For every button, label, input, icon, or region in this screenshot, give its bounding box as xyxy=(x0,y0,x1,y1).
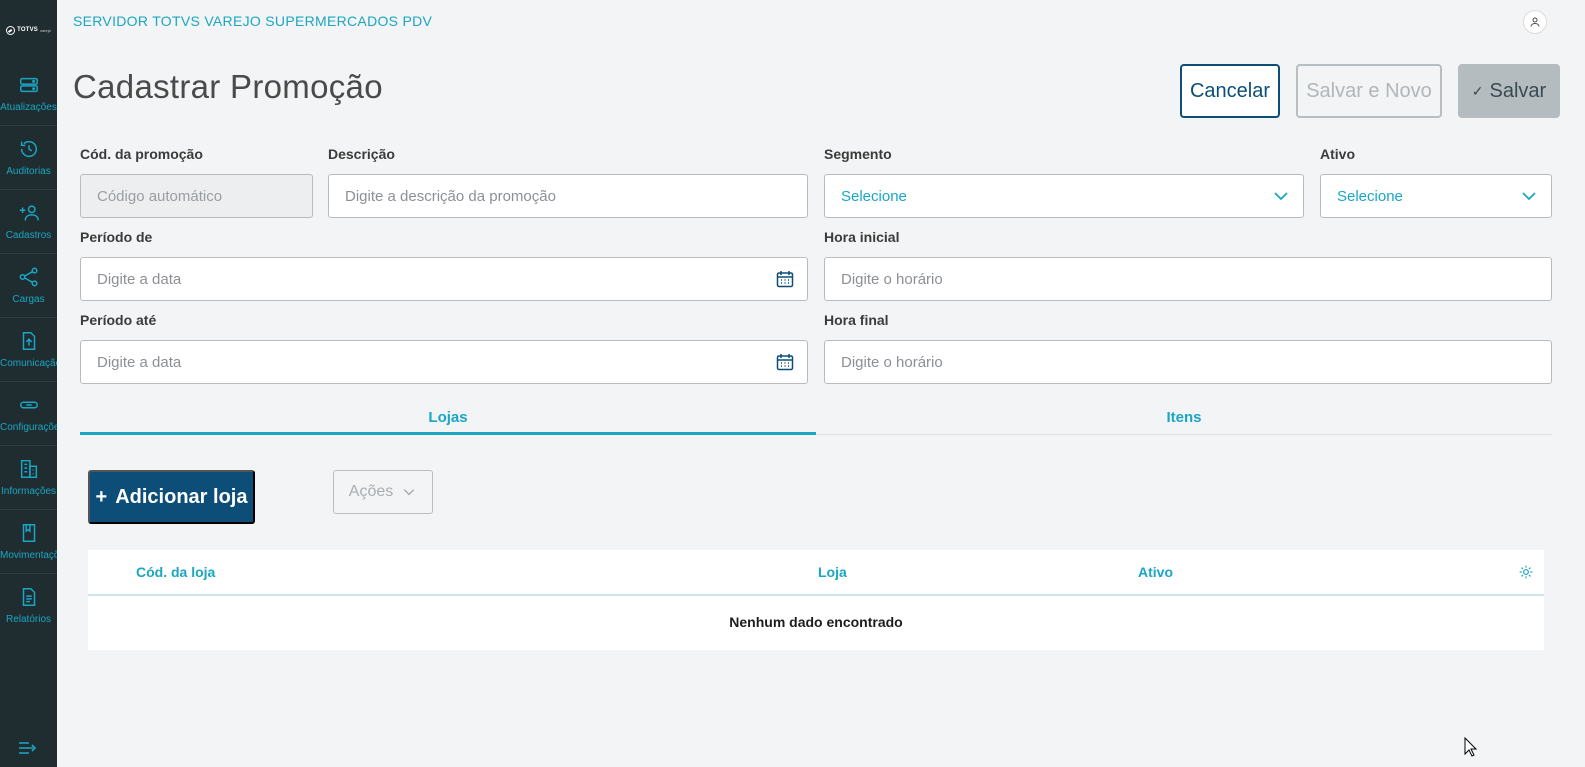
upload-file-icon xyxy=(22,332,35,350)
tab-lojas[interactable]: Lojas xyxy=(80,398,816,436)
codigo-field: Código automático xyxy=(80,174,313,218)
totvs-logo[interactable]: TOTVS varejo xyxy=(0,18,57,42)
sidebar-item-informacoes[interactable]: Informações xyxy=(0,446,57,510)
check-icon: ✓ xyxy=(1471,82,1484,99)
building-icon xyxy=(20,460,37,478)
collapse-menu-icon[interactable] xyxy=(17,740,39,756)
hora-inicial-label: Hora inicial xyxy=(824,229,900,245)
document-icon xyxy=(22,588,35,606)
add-store-button-label: Adicionar loja xyxy=(115,485,248,508)
sidebar-item-cargas[interactable]: Cargas xyxy=(0,254,57,318)
sidebar-item-atualizacoes[interactable]: Atualizações xyxy=(0,62,57,126)
sidebar-item-movimentacoes[interactable]: Movimentações xyxy=(0,510,57,574)
cancel-button-label: Cancelar xyxy=(1189,79,1271,102)
page-title: Cadastrar Promoção xyxy=(73,68,383,105)
link-icon xyxy=(19,401,38,409)
codigo-placeholder: Código automático xyxy=(97,187,223,205)
chevron-down-icon xyxy=(1274,192,1288,201)
periodo-ate-placeholder: Digite a data xyxy=(97,353,182,371)
column-header-loja[interactable]: Loja xyxy=(818,564,847,580)
chevron-down-icon xyxy=(1522,192,1536,201)
sidebar-item-label: Movimentações xyxy=(0,550,57,561)
stores-table: Cód. da loja Loja Ativo Nenhum dado enco… xyxy=(88,550,1544,650)
ativo-value: Selecione xyxy=(1337,187,1403,205)
sidebar-item-label: Cargas xyxy=(12,294,45,305)
calendar-icon[interactable] xyxy=(775,269,795,289)
actions-dropdown-button[interactable]: Ações xyxy=(333,470,433,514)
periodo-de-label: Período de xyxy=(80,229,153,245)
sidebar-item-label: Informações xyxy=(0,486,57,497)
periodo-de-input[interactable]: Digite a data xyxy=(80,257,808,301)
segmento-select[interactable]: Selecione xyxy=(824,174,1304,218)
empty-table-message: Nenhum dado encontrado xyxy=(729,614,903,630)
logo-subtext: varejo xyxy=(40,27,51,33)
tab-itens[interactable]: Itens xyxy=(816,398,1552,436)
periodo-de-placeholder: Digite a data xyxy=(97,270,182,288)
table-header-divider xyxy=(88,594,1544,596)
codigo-label: Cód. da promoção xyxy=(80,146,203,162)
add-user-icon xyxy=(19,205,39,221)
user-menu-button[interactable] xyxy=(1523,10,1547,34)
periodo-ate-label: Período até xyxy=(80,312,157,328)
hora-inicial-placeholder: Digite o horário xyxy=(841,270,943,288)
sidebar-item-label: Cadastros xyxy=(5,230,52,241)
periodo-ate-input[interactable]: Digite a data xyxy=(80,340,808,384)
ativo-label: Ativo xyxy=(1320,146,1355,162)
add-store-button[interactable]: + Adicionar loja xyxy=(88,470,255,524)
actions-dropdown-label: Ações xyxy=(348,483,394,500)
column-header-ativo[interactable]: Ativo xyxy=(1138,564,1173,580)
save-button[interactable]: ✓ Salvar xyxy=(1458,64,1560,118)
sidebar-item-label: Atualizações xyxy=(0,102,57,113)
plus-icon: + xyxy=(95,485,108,508)
book-icon xyxy=(22,524,35,542)
sidebar-item-label: Auditorias xyxy=(6,166,51,177)
mouse-cursor-icon xyxy=(1464,737,1478,757)
sidebar-item-comunicacao[interactable]: Comunicação xyxy=(0,318,57,382)
logo-text: TOTVS xyxy=(17,27,38,33)
hora-final-placeholder: Digite o horário xyxy=(841,353,943,371)
sidebar-item-relatorios[interactable]: Relatórios xyxy=(0,574,57,638)
chevron-down-icon xyxy=(403,489,415,496)
save-and-new-button[interactable]: Salvar e Novo xyxy=(1296,64,1442,118)
descricao-placeholder: Digite a descrição da promoção xyxy=(345,187,556,205)
gear-icon[interactable] xyxy=(1518,564,1534,580)
descricao-input[interactable]: Digite a descrição da promoção xyxy=(328,174,808,218)
server-icon xyxy=(19,77,38,93)
sidebar-item-label: Configurações xyxy=(0,422,57,433)
sidebar-item-configuracoes[interactable]: Configurações xyxy=(0,382,57,446)
sidebar-item-label: Comunicação xyxy=(0,358,57,369)
share-icon xyxy=(19,267,38,287)
hora-final-label: Hora final xyxy=(824,312,889,328)
sidebar-item-cadastros[interactable]: Cadastros xyxy=(0,190,57,254)
save-and-new-button-label: Salvar e Novo xyxy=(1306,79,1432,102)
segmento-label: Segmento xyxy=(824,146,892,162)
user-icon xyxy=(1530,17,1540,27)
hora-inicial-input[interactable]: Digite o horário xyxy=(824,257,1552,301)
save-button-label: Salvar xyxy=(1489,79,1547,102)
sidebar-item-label: Relatórios xyxy=(5,614,52,625)
hora-final-input[interactable]: Digite o horário xyxy=(824,340,1552,384)
totvs-logo-icon xyxy=(6,25,16,35)
app-title: SERVIDOR TOTVS VAREJO SUPERMERCADOS PDV xyxy=(73,13,433,29)
history-icon xyxy=(20,141,37,158)
column-header-cod-loja[interactable]: Cód. da loja xyxy=(136,564,215,580)
cancel-button[interactable]: Cancelar xyxy=(1180,64,1280,118)
segmento-value: Selecione xyxy=(841,187,907,205)
descricao-label: Descrição xyxy=(328,146,395,162)
sidebar: TOTVS varejo Atualizações Auditorias Cad… xyxy=(0,0,57,767)
calendar-icon[interactable] xyxy=(775,352,795,372)
ativo-select[interactable]: Selecione xyxy=(1320,174,1552,218)
sidebar-item-auditorias[interactable]: Auditorias xyxy=(0,126,57,190)
